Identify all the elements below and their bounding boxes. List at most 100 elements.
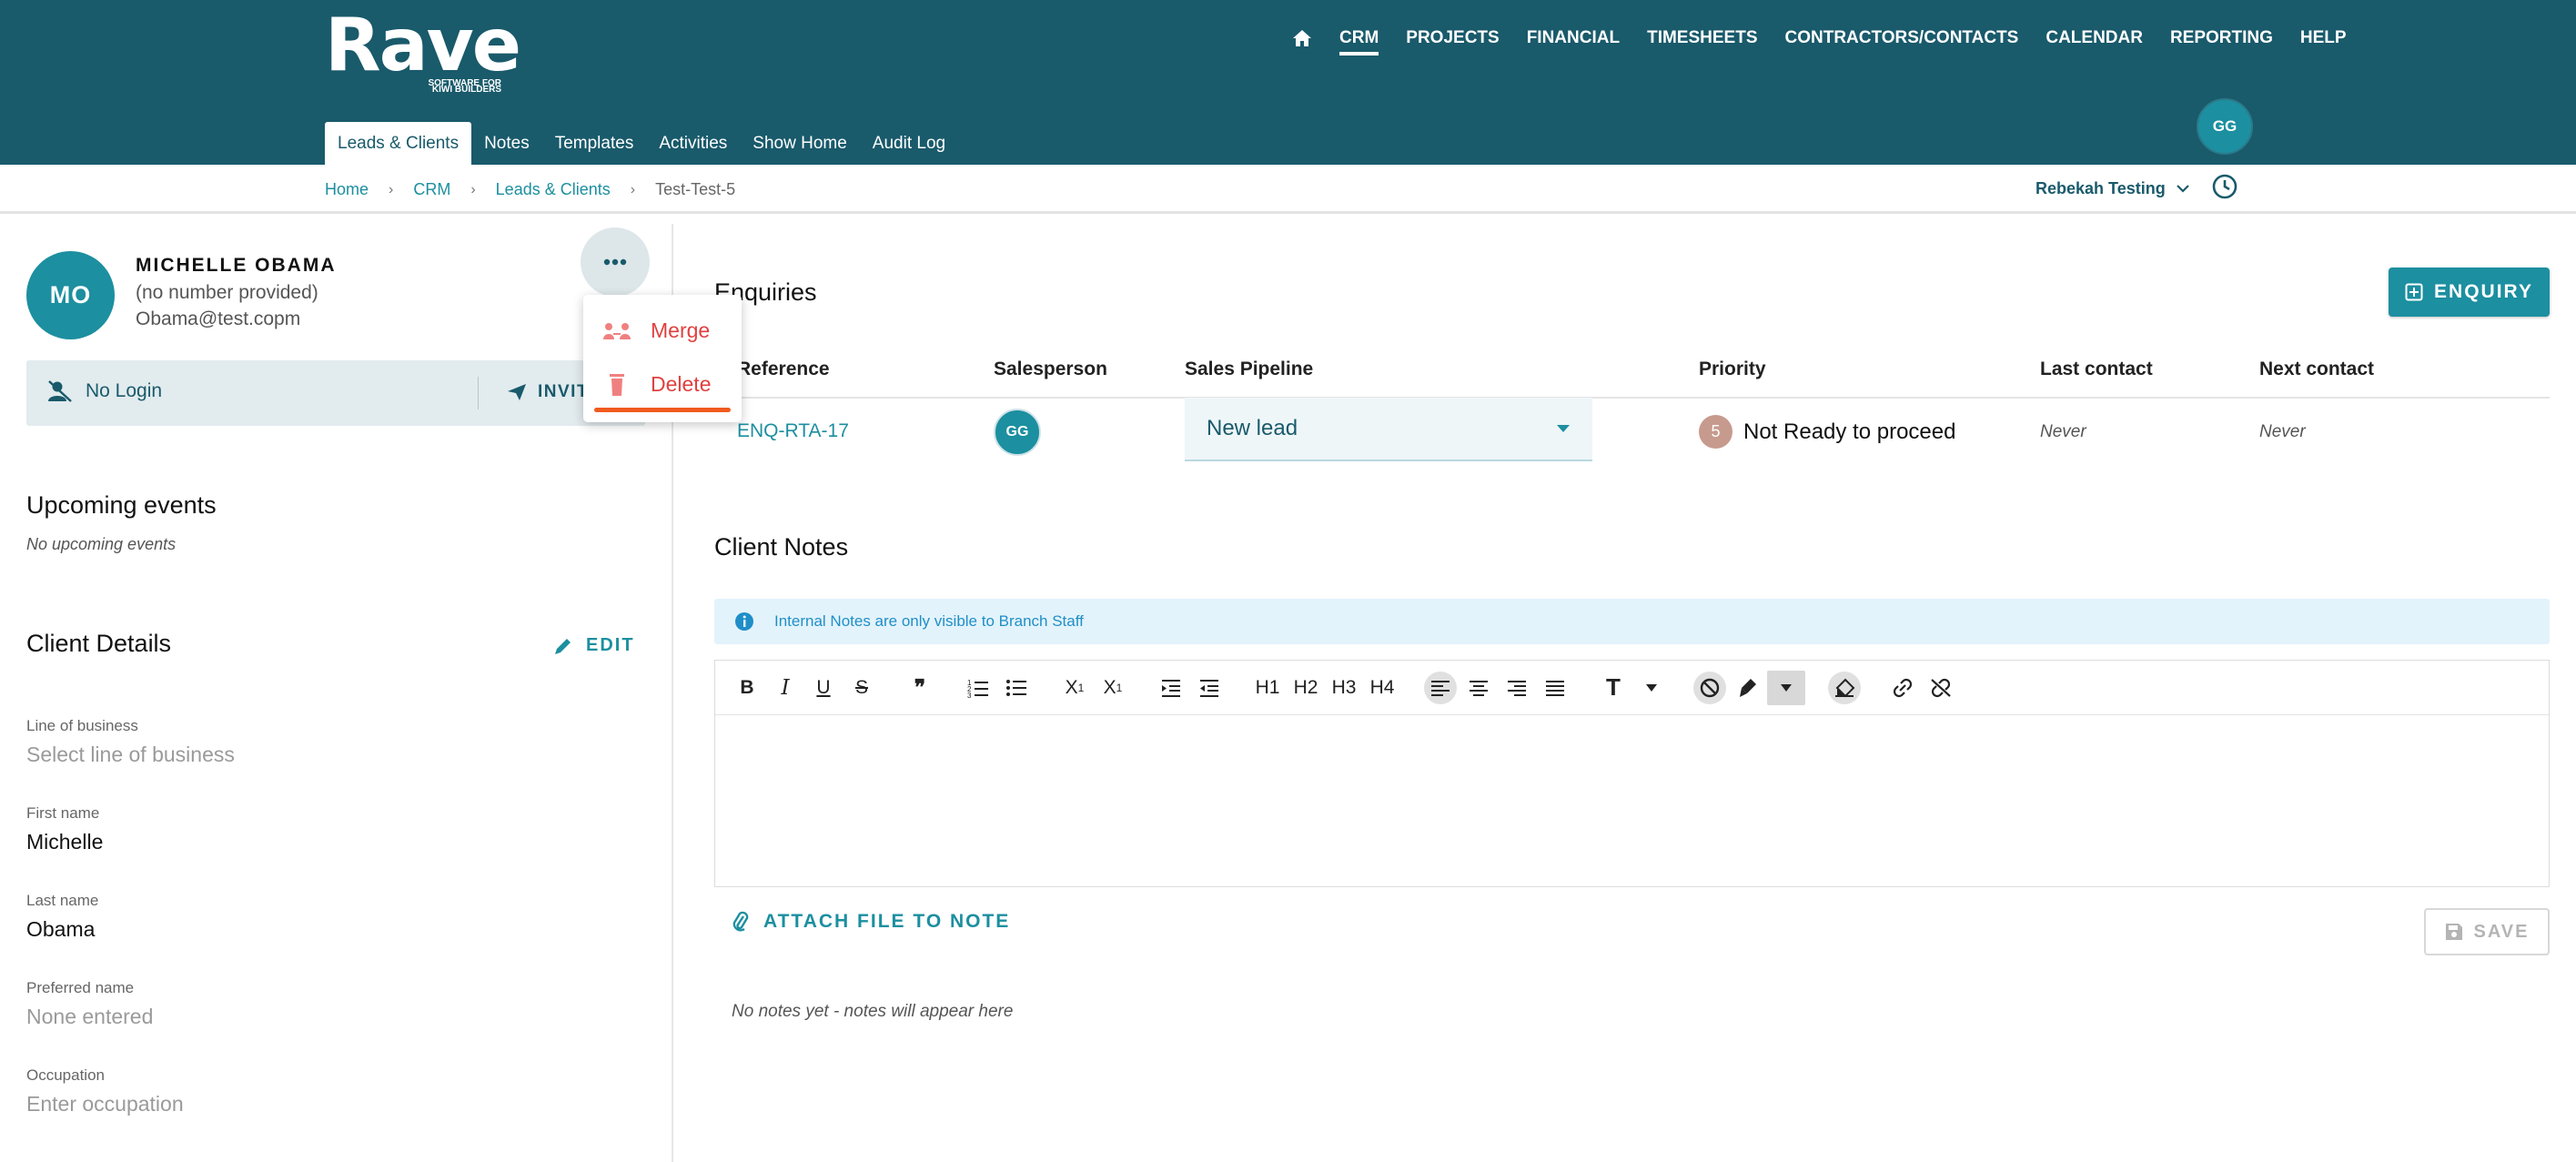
send-icon (508, 384, 526, 400)
client-phone: (no number provided) (136, 282, 318, 303)
field-value-preferred-name: None entered (26, 1005, 154, 1028)
client-avatar: MO (26, 251, 115, 339)
upcoming-events-title: Upcoming events (26, 491, 217, 519)
clear-color-icon[interactable] (1693, 671, 1726, 704)
blockquote-icon[interactable]: ❞ (901, 671, 939, 705)
unlink-icon[interactable] (1922, 671, 1960, 705)
client-notes-title: Client Notes (714, 533, 849, 561)
rave-logo[interactable]: Rave SOFTWARE FOR KIWI BUILDERS (325, 9, 521, 96)
company-selector[interactable]: Rebekah Testing (2036, 179, 2189, 198)
breadcrumb-bar: Home › CRM › Leads & Clients › Test-Test… (0, 165, 2576, 214)
breadcrumb-crm[interactable]: CRM (413, 180, 450, 199)
breadcrumb-current: Test-Test-5 (655, 180, 736, 198)
field-label-line-of-business: Line of business (26, 717, 138, 734)
editor-toolbar: B I U S ❞ 123 X1 X1 H1 H2 H3 H4 T (715, 661, 2549, 715)
nav-calendar[interactable]: CALENDAR (2046, 28, 2143, 56)
tab-audit-log[interactable]: Audit Log (860, 122, 958, 166)
no-login-button[interactable]: No Login (46, 379, 162, 403)
column-header-reference[interactable]: Reference (737, 359, 830, 380)
last-contact-value: Never (2040, 422, 2086, 441)
sales-pipeline-select[interactable]: New lead (1185, 398, 1592, 461)
attach-file-button[interactable]: ATTACH FILE TO NOTE (732, 911, 1010, 933)
nav-help[interactable]: HELP (2300, 28, 2347, 56)
nav-crm[interactable]: CRM (1339, 28, 1379, 56)
caret-down-icon[interactable] (1767, 670, 1805, 705)
attach-file-label: ATTACH FILE TO NOTE (763, 911, 1011, 932)
company-name: Rebekah Testing (2036, 179, 2166, 197)
chevron-right-icon: › (630, 181, 636, 197)
more-actions-button[interactable] (581, 227, 650, 297)
save-disk-icon (2445, 924, 2462, 940)
subscript-icon[interactable]: X1 (1056, 671, 1094, 705)
nav-timesheets[interactable]: TIMESHEETS (1647, 28, 1757, 56)
chevron-right-icon: › (470, 181, 476, 197)
indent-icon[interactable] (1152, 671, 1190, 705)
info-banner-text: Internal Notes are only visible to Branc… (774, 612, 1084, 630)
heading-1-button[interactable]: H1 (1248, 671, 1287, 705)
breadcrumb: Home › CRM › Leads & Clients › Test-Test… (325, 180, 735, 199)
save-note-button[interactable]: SAVE (2424, 908, 2550, 955)
edit-client-button[interactable]: EDIT (553, 635, 635, 656)
eraser-icon[interactable] (1828, 671, 1861, 704)
tab-leads-clients[interactable]: Leads & Clients (325, 122, 472, 166)
tab-show-home[interactable]: Show Home (740, 122, 860, 166)
align-justify-icon[interactable] (1536, 671, 1574, 705)
nav-financial[interactable]: FINANCIAL (1527, 28, 1620, 56)
bold-icon[interactable]: B (728, 671, 766, 705)
nav-projects[interactable]: PROJECTS (1406, 28, 1499, 56)
home-icon[interactable] (1292, 29, 1312, 55)
merge-people-icon (603, 322, 631, 339)
breadcrumb-home[interactable]: Home (325, 180, 369, 199)
tab-notes[interactable]: Notes (471, 122, 542, 166)
trash-icon (610, 374, 624, 396)
breadcrumb-leads-clients[interactable]: Leads & Clients (496, 180, 611, 199)
enquiry-reference-link[interactable]: ENQ-RTA-17 (737, 420, 849, 442)
menu-item-merge[interactable]: Merge (601, 318, 710, 343)
field-label-occupation: Occupation (26, 1066, 105, 1084)
priority-label: Not Ready to proceed (1743, 419, 1956, 444)
caret-down-icon[interactable] (1632, 671, 1671, 705)
table-header-divider (714, 397, 2550, 399)
column-header-sales-pipeline[interactable]: Sales Pipeline (1185, 359, 1313, 380)
align-center-icon[interactable] (1460, 671, 1498, 705)
tab-templates[interactable]: Templates (542, 122, 647, 166)
strikethrough-icon[interactable]: S (843, 671, 881, 705)
info-icon (735, 612, 753, 631)
delete-label: Delete (651, 371, 712, 396)
add-enquiry-button[interactable]: ENQUIRY (2389, 268, 2550, 317)
app-header: Rave SOFTWARE FOR KIWI BUILDERS CRM PROJ… (0, 0, 2576, 166)
column-header-salesperson[interactable]: Salesperson (994, 359, 1107, 380)
heading-2-button[interactable]: H2 (1287, 671, 1325, 705)
field-value-last-name: Obama (26, 917, 96, 941)
client-sidebar: MO MICHELLE OBAMA (no number provided) O… (0, 224, 673, 1162)
bullet-list-icon[interactable] (997, 671, 1035, 705)
column-header-priority[interactable]: Priority (1699, 359, 1766, 380)
add-enquiry-label: ENQUIRY (2434, 281, 2533, 302)
underline-icon[interactable]: U (804, 671, 843, 705)
heading-3-button[interactable]: H3 (1325, 671, 1363, 705)
text-style-icon[interactable]: T (1594, 671, 1632, 705)
italic-icon[interactable]: I (766, 671, 804, 705)
nav-reporting[interactable]: REPORTING (2170, 28, 2273, 56)
heading-4-button[interactable]: H4 (1363, 671, 1401, 705)
column-header-last-contact[interactable]: Last contact (2040, 359, 2153, 380)
login-status-label: No Login (86, 380, 163, 401)
field-label-last-name: Last name (26, 892, 99, 909)
link-icon[interactable] (1884, 671, 1922, 705)
top-navigation: CRM PROJECTS FINANCIAL TIMESHEETS CONTRA… (1292, 28, 2374, 56)
highlighter-icon[interactable] (1729, 671, 1767, 705)
menu-item-delete[interactable]: Delete (601, 371, 711, 397)
superscript-icon[interactable]: X1 (1094, 671, 1132, 705)
history-clock-icon[interactable] (2211, 173, 2238, 205)
user-avatar[interactable]: GG (2197, 98, 2253, 155)
tab-activities[interactable]: Activities (646, 122, 740, 166)
ordered-list-icon[interactable]: 123 (959, 671, 997, 705)
next-contact-value: Never (2259, 422, 2306, 441)
column-header-next-contact[interactable]: Next contact (2259, 359, 2374, 380)
align-left-icon[interactable] (1424, 671, 1457, 704)
nav-contractors-contacts[interactable]: CONTRACTORS/CONTACTS (1785, 28, 2019, 56)
outdent-icon[interactable] (1190, 671, 1228, 705)
align-right-icon[interactable] (1498, 671, 1536, 705)
divider (478, 377, 479, 409)
no-notes-message: No notes yet - notes will appear here (732, 1002, 1014, 1021)
